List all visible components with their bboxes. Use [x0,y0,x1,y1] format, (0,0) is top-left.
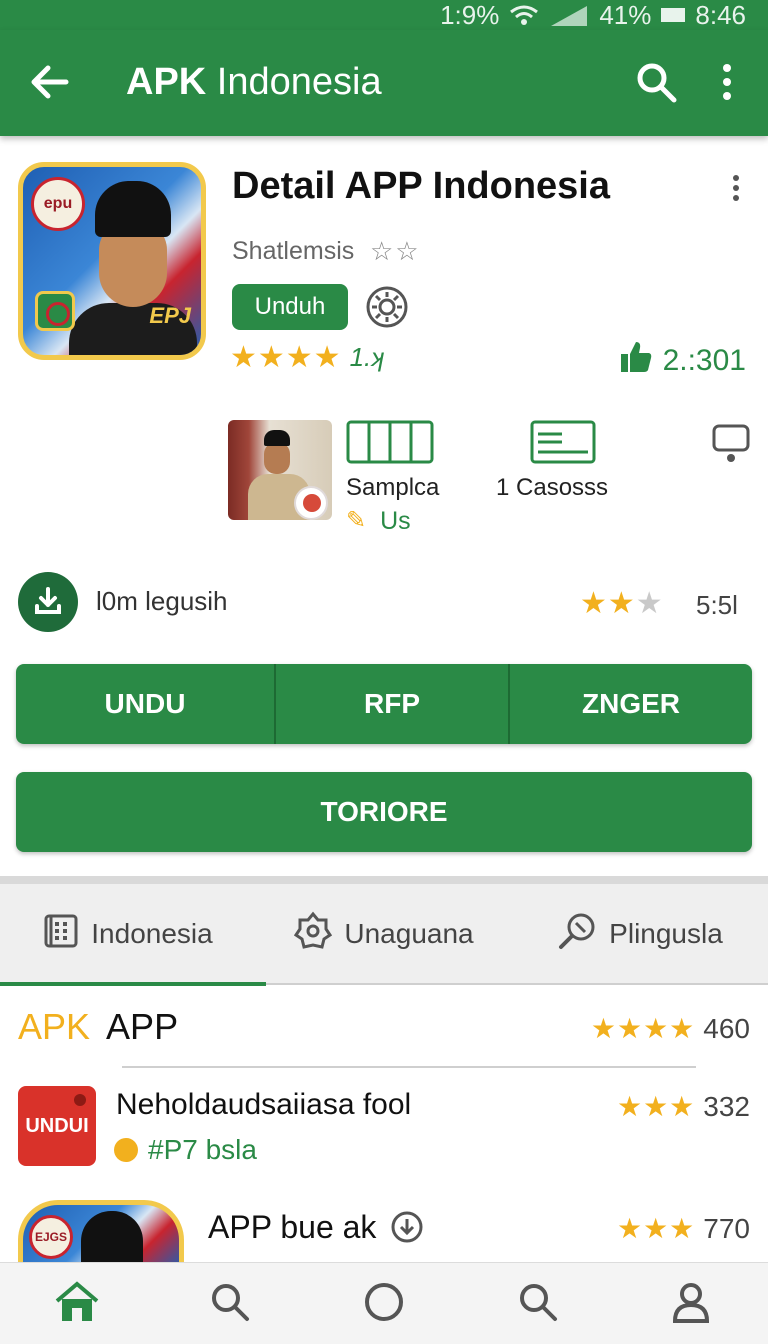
list-header-rating: ★★★★ 460 [591,1012,750,1045]
search-tag-icon [557,911,597,958]
download-stars: ★★★ [580,588,664,620]
search-icon [209,1281,251,1323]
list-header: APK APP [18,1006,178,1048]
star-half: ★ [635,587,664,620]
list-item-icon-text: UNDUI [25,1114,89,1137]
columns-icon[interactable] [346,420,434,464]
feature-label-1: Samplca [346,474,440,501]
list-header-app: APP [106,1006,179,1047]
tab-underline [266,983,768,985]
thumbs-up-icon [619,340,653,382]
download-rating-value: 5:5l [696,590,738,620]
list-item-title[interactable]: Neholdaudsaiiasa fool [116,1088,411,1122]
home-icon [54,1281,100,1323]
list-item-stars: ★★★ [616,1213,696,1244]
rating-stars: ★★★★ [230,341,342,374]
list-item-title[interactable]: APP bue ak [208,1208,376,1246]
likes-count: 2.:301 [662,344,746,377]
bottom-navigation [0,1262,768,1344]
likes[interactable]: 2.:301 [619,340,746,382]
tab-indicator [0,982,266,986]
nav-profile[interactable] [614,1263,768,1344]
status-bar: 1:9% 41% 8:46 [0,0,768,30]
overflow-menu-icon[interactable] [712,60,742,104]
grid-book-icon [43,913,79,956]
app-icon-badge: epu [31,177,85,231]
developer-stars: ☆☆ [370,236,421,266]
mini-avatar-icon [294,486,328,520]
list-item-value: 770 [703,1212,750,1244]
toriore-button[interactable]: TORIORE [16,772,752,852]
coin-icon [114,1138,138,1162]
list-item-value: 332 [703,1090,750,1122]
app-icon: epu EPJ [18,162,206,360]
battery-icon [661,8,686,22]
tab-plingusla[interactable]: Plingusla [512,884,768,984]
nav-circle[interactable] [307,1263,461,1344]
action-button-group: UNDU RFP ZNGER [16,664,752,744]
tab-indonesia[interactable]: Indonesia [0,884,256,984]
list-separator [122,1066,696,1068]
list-item-sub-text: #P7 bsla [148,1134,257,1165]
cast-icon[interactable] [712,424,750,464]
app-title: Detail APP Indonesia [232,165,610,207]
download-circle-icon[interactable] [390,1210,424,1244]
download-size: l0m legusih [96,586,228,616]
title-rest: Indonesia [206,61,382,103]
tab-bar: Indonesia Unaguana Plingusla [0,884,768,984]
card-icon[interactable] [530,420,596,464]
profile-icon [670,1281,712,1323]
rating-row: ★★★★ 1.ʞ [230,340,384,375]
person-portrait [69,177,197,355]
back-arrow-icon[interactable] [28,60,72,104]
circle-icon [363,1281,405,1323]
feature-label-2: 1 Casosss [496,474,609,501]
tab-label: Indonesia [91,918,213,949]
nav-search[interactable] [154,1263,308,1344]
emblem-icon [35,291,75,331]
cell-signal-icon [549,4,589,26]
tab-label: Unaguana [344,918,474,949]
download-button[interactable] [18,572,78,632]
rfp-button[interactable]: RFP [274,664,508,744]
list-header-stars: ★★★★ [590,1013,696,1044]
bolt-icon: ✎ [346,507,367,534]
list-item-rating: ★★★ 770 [617,1212,750,1245]
app-bar: APK Indonesia [0,30,768,136]
search-icon [517,1281,559,1323]
list-item-icon[interactable]: UNDUI [18,1086,96,1166]
search-icon[interactable] [634,60,678,104]
battery-percent: 41% [599,0,652,30]
install-chip[interactable]: Unduh [232,284,348,330]
stars-full: ★★ [580,587,636,620]
app-more-icon[interactable] [724,170,748,206]
nav-search-2[interactable] [461,1263,615,1344]
list-item-rating: ★★★ 332 [617,1090,750,1123]
badge-icon [294,911,333,958]
signal-text: 1:9% [440,0,500,30]
settings-icon[interactable] [364,284,410,330]
list-item-badge: EJGS [29,1215,73,1259]
app-bar-title: APK Indonesia [126,60,382,104]
list-item-sub: #P7 bsla [114,1134,257,1166]
app-icon-corner-text: EPJ [149,303,191,328]
developer-name[interactable]: Shatlemsis [232,236,354,266]
screenshot-thumbnail[interactable] [228,420,332,520]
tab-label: Plingusla [609,918,723,949]
title-brand: APK [126,61,207,103]
list-header-value: 460 [703,1012,750,1044]
wifi-icon [509,4,539,26]
undu-button[interactable]: UNDU [16,664,274,744]
nav-home[interactable] [0,1263,154,1344]
list-item-stars: ★★★ [616,1091,696,1122]
feature-sub-text: Us [380,507,411,535]
feature-sub-1: ✎ Us [346,506,411,536]
rating-value: 1.ʞ [349,342,385,372]
clock: 8:46 [695,0,746,30]
znger-button[interactable]: ZNGER [508,664,752,744]
list-header-apk: APK [18,1006,91,1047]
list-item-icon[interactable]: EJGS [18,1200,184,1270]
tab-unaguana[interactable]: Unaguana [256,884,512,984]
section-divider [0,876,768,884]
